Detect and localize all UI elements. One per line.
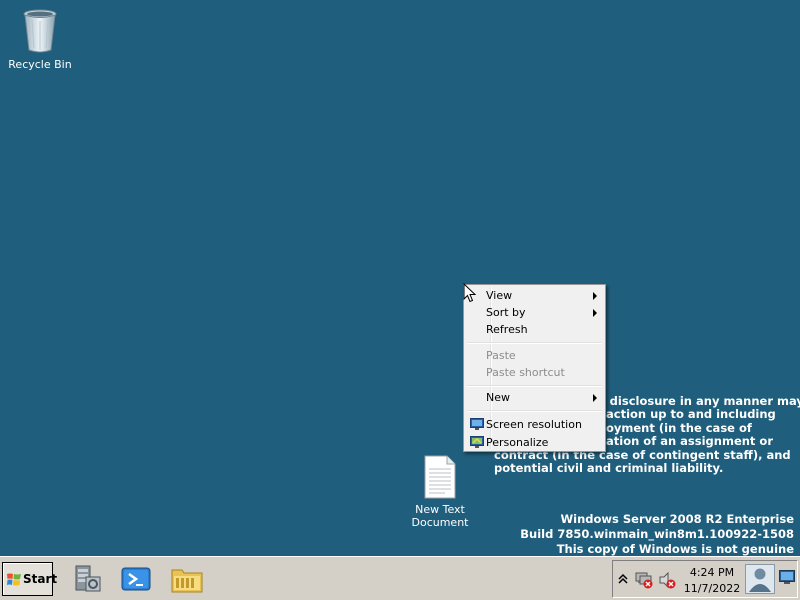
start-button-label: Start <box>23 572 58 586</box>
network-error-icon[interactable] <box>635 571 653 589</box>
watermark-edition: Windows Server 2008 R2 Enterprise <box>560 512 794 526</box>
explorer-folder-icon[interactable] <box>170 563 204 595</box>
menu-item-screen-resolution[interactable]: Screen resolution <box>466 416 603 433</box>
menu-item-personalize-label: Personalize <box>486 436 549 449</box>
system-tray: 4:24 PM 11/7/2022 <box>612 560 798 598</box>
menu-item-screen-resolution-label: Screen resolution <box>486 418 582 431</box>
new-text-document-shortcut[interactable]: New Text Document <box>408 455 472 529</box>
submenu-arrow-icon <box>593 292 597 300</box>
menu-item-sort-by-label: Sort by <box>486 306 526 319</box>
new-text-document-label-line1: New Text <box>415 503 465 516</box>
clock-time[interactable]: 4:24 PM <box>679 566 745 579</box>
recycle-bin-icon <box>23 9 57 53</box>
menu-item-new[interactable]: New <box>466 389 603 406</box>
taskbar: Start 4:24 PM 11/7/2022 <box>0 556 800 600</box>
menu-item-view[interactable]: View <box>466 287 603 304</box>
screen-resolution-icon <box>470 418 484 430</box>
powershell-icon[interactable] <box>119 563 153 595</box>
mouse-cursor-icon <box>463 283 477 303</box>
menu-item-paste-shortcut[interactable]: Paste shortcut <box>466 364 603 381</box>
show-desktop-icon[interactable] <box>779 569 795 585</box>
recycle-bin-shortcut[interactable]: Recycle Bin <box>8 8 72 71</box>
menu-separator <box>467 342 602 344</box>
desktop-context-menu: View Sort by Refresh Paste Paste shortcu… <box>463 284 606 452</box>
menu-item-paste[interactable]: Paste <box>466 347 603 364</box>
menu-item-paste-shortcut-label: Paste shortcut <box>486 366 565 379</box>
submenu-arrow-icon <box>593 394 597 402</box>
volume-muted-icon[interactable] <box>658 571 676 589</box>
personalize-icon <box>470 436 484 448</box>
windows-logo-icon <box>7 573 21 586</box>
menu-item-paste-label: Paste <box>486 349 516 362</box>
menu-item-view-label: View <box>486 289 513 302</box>
menu-item-refresh[interactable]: Refresh <box>466 321 603 338</box>
start-button[interactable]: Start <box>2 562 57 596</box>
submenu-arrow-icon <box>593 309 597 317</box>
clock-date[interactable]: 11/7/2022 <box>679 582 745 595</box>
menu-item-sort-by[interactable]: Sort by <box>466 304 603 321</box>
show-hidden-icons-arrow[interactable] <box>618 573 628 585</box>
notice-line-6: potential civil and criminal liability. <box>494 461 724 476</box>
menu-separator <box>467 385 602 387</box>
desktop[interactable]: Recycle Bin New Text Document r disclosu… <box>0 0 800 556</box>
text-document-icon <box>424 455 456 499</box>
menu-item-new-label: New <box>486 391 510 404</box>
menu-item-personalize[interactable]: Personalize <box>466 434 603 451</box>
server-manager-icon[interactable] <box>70 563 104 595</box>
menu-separator <box>467 410 602 412</box>
new-text-document-label-line2: Document <box>411 516 469 529</box>
watermark-genuine-notice: This copy of Windows is not genuine <box>556 542 794 556</box>
user-avatar-icon[interactable] <box>745 564 775 594</box>
windows-watermark: Windows Server 2008 R2 Enterprise Build … <box>520 512 794 556</box>
menu-item-refresh-label: Refresh <box>486 323 528 336</box>
recycle-bin-label: Recycle Bin <box>8 58 72 71</box>
watermark-build: Build 7850.winmain_win8m1.100922-1508 <box>520 527 794 541</box>
